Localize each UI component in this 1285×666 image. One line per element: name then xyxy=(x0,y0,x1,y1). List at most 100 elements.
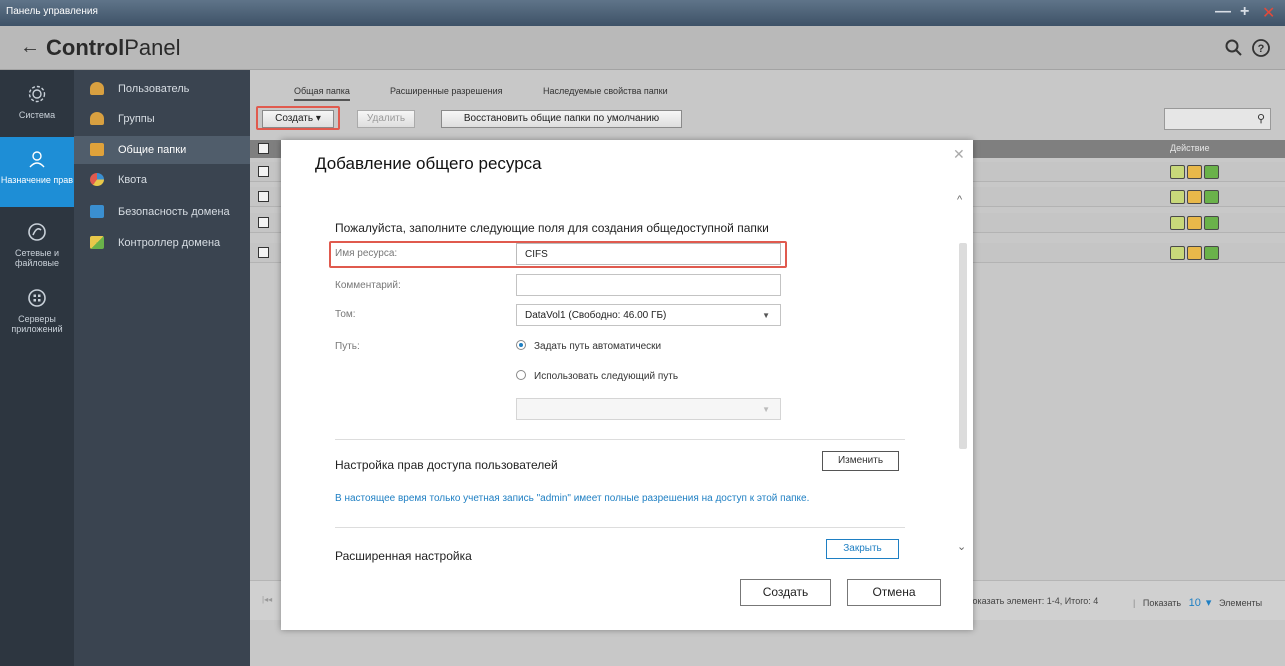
dialog-title: Добавление общего ресурса xyxy=(315,154,542,173)
search-input[interactable]: ⚲ xyxy=(1164,108,1271,130)
network-icon xyxy=(28,223,46,241)
app-header: ← ControlPanel ? xyxy=(0,26,1285,70)
share-name-input[interactable]: CIFS xyxy=(516,243,781,265)
submenu-item-shared-folders[interactable]: Общие папки xyxy=(74,136,250,164)
create-button[interactable]: Создать ▾ xyxy=(262,110,334,128)
folder-icon xyxy=(90,143,104,156)
submenu-item-domain-security[interactable]: Безопасность домена xyxy=(74,198,250,226)
radio-icon xyxy=(516,370,526,380)
permissions-icon[interactable] xyxy=(1187,246,1202,260)
first-page-button[interactable]: |◂◂ xyxy=(262,595,272,604)
back-arrow-icon[interactable]: ← xyxy=(20,36,40,59)
edit-icon[interactable] xyxy=(1170,190,1185,204)
help-icon[interactable]: ? xyxy=(1251,38,1271,58)
add-share-dialog: Добавление общего ресурса ✕ Пожалуйста, … xyxy=(281,140,973,630)
edit-icon[interactable] xyxy=(1170,246,1185,260)
refresh-icon[interactable] xyxy=(1204,165,1219,179)
row-checkbox[interactable] xyxy=(258,166,269,177)
page-size-control: | Показать 10 ▾ Элементы xyxy=(1133,597,1263,609)
sidebar-item-apps[interactable]: Серверы приложений xyxy=(0,288,74,344)
close-icon[interactable]: ✕ xyxy=(953,146,965,163)
scrollbar-thumb[interactable] xyxy=(959,243,967,449)
sidebar-item-label: Назначение прав xyxy=(0,175,74,185)
refresh-icon[interactable] xyxy=(1204,190,1219,204)
sidebar-item-network[interactable]: Сетевые и файловые xyxy=(0,222,74,272)
window-title: Панель управления xyxy=(6,6,98,17)
search-icon: ⚲ xyxy=(1256,113,1265,125)
path-label: Путь: xyxy=(335,341,360,352)
minimize-button[interactable]: — xyxy=(1215,3,1231,21)
cancel-button[interactable]: Отмена xyxy=(847,579,941,606)
page-size-select[interactable]: 10 xyxy=(1189,597,1201,609)
apps-icon xyxy=(28,289,46,307)
refresh-icon[interactable] xyxy=(1204,216,1219,230)
sidebar-item-label: Сетевые и файловые xyxy=(14,248,60,268)
action-column-header: Действие xyxy=(1170,143,1210,153)
change-permissions-button[interactable]: Изменить xyxy=(822,451,899,471)
submenu-item-groups[interactable]: Группы xyxy=(74,105,250,133)
create-share-button[interactable]: Создать xyxy=(740,579,831,606)
comment-label: Комментарий: xyxy=(335,280,401,291)
row-actions xyxy=(1170,216,1221,233)
refresh-icon[interactable] xyxy=(1204,246,1219,260)
collapse-advanced-button[interactable]: Закрыть xyxy=(826,539,899,559)
edit-icon[interactable] xyxy=(1170,165,1185,179)
user-icon xyxy=(90,82,104,95)
submenu-item-quota[interactable]: Квота xyxy=(74,166,250,194)
sidebar-item-privilege[interactable]: Назначение прав xyxy=(0,137,74,207)
restore-defaults-button[interactable]: Восстановить общие папки по умолчанию xyxy=(441,110,682,128)
row-checkbox[interactable] xyxy=(258,217,269,228)
edit-icon[interactable] xyxy=(1170,216,1185,230)
permissions-icon[interactable] xyxy=(1187,190,1202,204)
sidebar-item-label: Система xyxy=(18,110,56,120)
quota-pie-icon xyxy=(90,173,104,186)
group-icon xyxy=(90,112,104,125)
submenu-item-user[interactable]: Пользователь xyxy=(74,75,250,103)
row-checkbox[interactable] xyxy=(258,191,269,202)
dropdown-arrow-icon: ▼ xyxy=(762,405,770,414)
dialog-subtitle: Пожалуйста, заполните следующие поля для… xyxy=(335,221,769,235)
share-name-label: Имя ресурса: xyxy=(335,248,398,259)
sidebar: Система Назначение прав Сетевые и файлов… xyxy=(0,70,74,666)
app-logo: ControlPanel xyxy=(46,35,181,60)
radio-selected-icon xyxy=(516,340,526,350)
volume-select[interactable]: DataVol1 (Свободно: 46.00 ГБ) ▼ xyxy=(516,304,781,326)
sidebar-item-system[interactable]: Система xyxy=(0,82,74,132)
scroll-down-icon[interactable]: ⌄ xyxy=(957,540,966,553)
sidebar-item-label: Серверы приложений xyxy=(11,314,63,334)
row-actions xyxy=(1170,190,1221,207)
user-icon xyxy=(29,151,45,168)
search-icon[interactable] xyxy=(1224,38,1244,58)
row-actions xyxy=(1170,165,1221,182)
close-window-button[interactable]: ✕ xyxy=(1262,3,1275,23)
path-auto-radio[interactable]: Задать путь автоматически xyxy=(516,340,661,352)
submenu-item-domain-controller[interactable]: Контроллер домена xyxy=(74,229,250,257)
tab-shared-folder[interactable]: Общая папка xyxy=(294,86,350,101)
permissions-note: В настоящее время только учетная запись … xyxy=(335,493,810,504)
advanced-settings-title: Расширенная настройка xyxy=(335,549,472,563)
tab-advanced-permissions[interactable]: Расширенные разрешения xyxy=(390,86,503,96)
scroll-up-icon[interactable]: ^ xyxy=(957,194,962,206)
pagination-info: Показать элемент: 1-4, Итого: 4 xyxy=(966,596,1099,606)
divider xyxy=(335,527,905,528)
permissions-icon[interactable] xyxy=(1187,216,1202,230)
domain-security-icon xyxy=(90,205,104,218)
divider xyxy=(335,439,905,440)
row-checkbox[interactable] xyxy=(258,247,269,258)
chevron-down-icon[interactable]: ▾ xyxy=(1206,597,1212,609)
tab-inherited-properties[interactable]: Наследуемые свойства папки xyxy=(543,86,668,96)
volume-label: Том: xyxy=(335,309,356,320)
path-manual-radio[interactable]: Использовать следующий путь xyxy=(516,370,678,382)
delete-button[interactable]: Удалить xyxy=(357,110,415,128)
comment-input[interactable] xyxy=(516,274,781,296)
path-select[interactable]: ▼ xyxy=(516,398,781,420)
svg-text:?: ? xyxy=(1258,43,1265,55)
maximize-button[interactable]: + xyxy=(1240,3,1249,21)
dialog-scrollbar[interactable]: ^ ⌄ xyxy=(957,180,969,565)
permissions-icon[interactable] xyxy=(1187,165,1202,179)
permissions-title: Настройка прав доступа пользователей xyxy=(335,458,558,472)
row-actions xyxy=(1170,246,1221,263)
window-titlebar: Панель управления — + ✕ xyxy=(0,0,1285,26)
domain-controller-icon xyxy=(90,236,104,249)
select-all-checkbox[interactable] xyxy=(258,143,269,154)
